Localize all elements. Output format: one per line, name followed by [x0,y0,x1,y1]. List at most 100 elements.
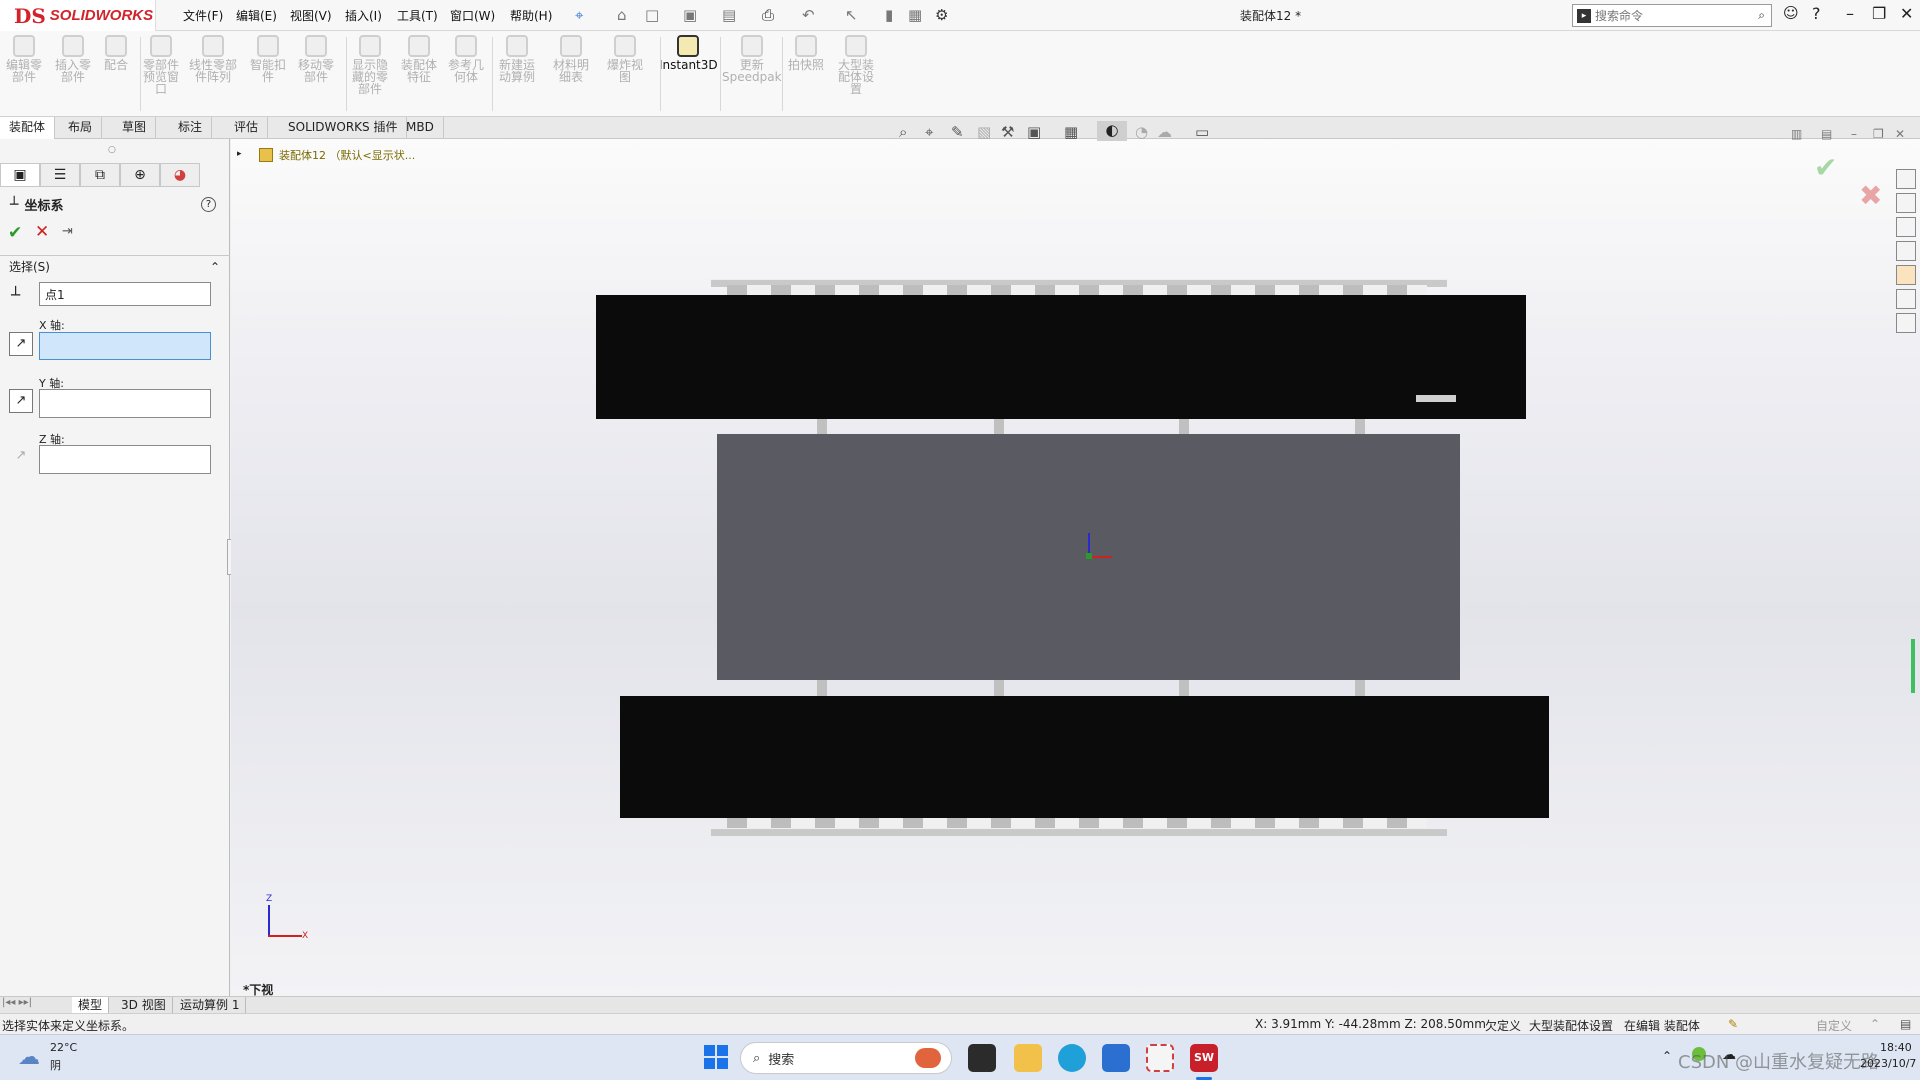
tab-motion-study[interactable]: 运动算例 1 [174,997,247,1013]
show-hidden-button[interactable]: 显示隐 藏的零 部件 [352,35,388,95]
task-view-icon[interactable] [968,1044,996,1072]
y-axis-field[interactable] [39,389,211,418]
menu-window[interactable]: 窗口(W) [450,7,495,24]
menu-edit[interactable]: 编辑(E) [236,7,277,24]
menu-view[interactable]: 视图(V) [290,7,332,24]
large-assembly-settings-button[interactable]: 大型装 配体设 置 [838,35,874,95]
tab-evaluate[interactable]: 评估 [225,117,269,139]
tab-markup[interactable]: 标注 [169,117,213,139]
feature-tree-tab-icon[interactable]: ▣ [0,163,40,187]
exploded-view-button[interactable]: 爆炸视 图 [607,35,643,83]
save-icon[interactable]: ▤ [722,6,736,24]
weather-cloud-icon[interactable]: ☁ [18,1045,40,1070]
menu-file[interactable]: 文件(F) [183,7,223,24]
hide-show-items-icon[interactable]: ◐ [1097,121,1127,141]
dimxpert-tab-icon[interactable]: ⊕ [120,163,160,187]
pin-icon[interactable]: ⌖ [575,6,583,24]
edit-appearance-icon[interactable]: ◔ [1135,123,1148,141]
edge-browser-icon[interactable] [1058,1044,1086,1072]
chevron-up-icon[interactable]: ⌃ [210,256,220,278]
x-axis-direction-icon[interactable]: ↗ [9,332,33,356]
select-icon[interactable]: ↖ [845,6,858,24]
forum-icon[interactable] [1896,313,1916,333]
weather-condition[interactable]: 阴 [50,1057,61,1073]
doc-close-icon[interactable]: ✕ [1895,127,1905,141]
file-props-icon[interactable]: ▦ [908,6,922,24]
undo-icon[interactable]: ↶ [802,6,815,24]
appearances-icon[interactable] [1896,265,1916,285]
insert-components-button[interactable]: 插入零 部件 [55,35,91,83]
help-icon[interactable]: ? [1812,4,1821,23]
splitter-handle[interactable]: ○ [108,145,116,155]
rebuild-status-icon[interactable]: ✎ [1728,1017,1738,1031]
design-library-icon[interactable] [1896,193,1916,213]
component-preview-button[interactable]: 零部件 预览窗 口 [143,35,179,95]
confirm-corner-cancel-icon[interactable]: ✖ [1859,179,1882,212]
take-snapshot-button[interactable]: 拍快照 [788,35,824,71]
cancel-button[interactable]: ✕ [35,222,49,242]
previous-view-icon[interactable]: ✎ [951,123,964,141]
snipping-tool-icon[interactable] [1146,1044,1174,1072]
reference-geometry-button[interactable]: 参考几 何体 [448,35,484,83]
restore-icon[interactable]: ❐ [1872,4,1886,23]
configuration-tab-icon[interactable]: ⧉ [80,163,120,187]
y-axis-direction-icon[interactable]: ↗ [9,389,33,413]
status-large-assembly[interactable]: 大型装配体设置 [1529,1017,1613,1034]
graphics-area[interactable]: ▸ 装配体12 （默认<显示状... ⌕ ⌖ ✎ ▧ ⚒ ▣ ▦ ◐ ◔ ☁ ▭… [231,121,1920,997]
tile-left-icon[interactable]: ▥ [1791,127,1802,141]
view-settings-icon[interactable]: ▭ [1195,123,1209,141]
windows-start-icon[interactable] [704,1045,728,1069]
home-icon[interactable]: ⌂ [617,6,627,24]
tab-addins[interactable]: SOLIDWORKS 插件 [279,117,408,139]
search-commands-box[interactable]: ▸ 搜索命令 ⌕ [1572,4,1772,27]
options-gear-icon[interactable]: ⚙ [935,6,948,24]
update-speedpak-button[interactable]: 更新 Speedpak [722,35,782,83]
menu-insert[interactable]: 插入(I) [345,7,382,24]
taskbar-search[interactable]: ⌕ 搜索 [740,1042,952,1074]
tile-right-icon[interactable]: ▤ [1821,127,1832,141]
doc-restore-icon[interactable]: ❐ [1873,127,1884,141]
minimize-icon[interactable]: – [1846,4,1854,23]
keep-visible-pin-icon[interactable]: ⇥ [62,224,73,239]
weather-temperature[interactable]: 22°C [50,1041,77,1054]
open-icon[interactable]: ▣ [683,6,697,24]
zoom-to-fit-icon[interactable]: ⌕ [899,123,907,141]
edit-component-button[interactable]: 编辑零 部件 [6,35,42,83]
view-orientation-icon[interactable]: ▣ [1027,123,1041,141]
new-icon[interactable]: □ [645,6,659,24]
tab-sketch[interactable]: 草图 [113,117,157,139]
print-icon[interactable]: ⎙ [762,6,774,24]
close-icon[interactable]: ✕ [1900,4,1913,23]
tab-mbd[interactable]: MBD [397,117,444,139]
file-explorer-app-icon[interactable] [1014,1044,1042,1072]
status-comment-icon[interactable]: ▤ [1900,1017,1911,1031]
user-icon[interactable]: ☺ [1783,4,1799,22]
new-motion-study-button[interactable]: 新建运 动算例 [499,35,535,83]
tab-3d-view[interactable]: 3D 视图 [115,997,173,1013]
instant3d-button[interactable]: Instant3D [659,35,718,71]
feature-tree-root[interactable]: 装配体12 （默认<显示状... [253,147,415,163]
view-palette-icon[interactable] [1896,241,1916,261]
tab-model[interactable]: 模型 [72,997,110,1013]
z-axis-field[interactable] [39,445,211,474]
z-axis-direction-icon[interactable]: ↗ [9,445,33,469]
tab-layout[interactable]: 布局 [59,117,103,139]
tree-expand-icon[interactable]: ▸ [237,149,242,159]
menu-help[interactable]: 帮助(H) [510,7,552,24]
solidworks-logo[interactable]: DS SOLIDWORKS [0,0,156,31]
pm-help-icon[interactable]: ? [201,197,216,212]
bill-of-materials-button[interactable]: 材料明 细表 [553,35,589,83]
search-icon[interactable]: ⌕ [1758,8,1765,23]
assembly-features-button[interactable]: 装配体 特征 [401,35,437,83]
doc-minimize-icon[interactable]: – [1851,127,1857,141]
smart-fasteners-button[interactable]: 智能扣 件 [250,35,286,83]
solidworks-app-icon[interactable]: SW [1190,1044,1218,1072]
confirm-corner-ok-icon[interactable]: ✔ [1814,151,1837,184]
ok-button[interactable]: ✔ [8,223,22,243]
status-chevron-up-icon[interactable]: ⌃ [1870,1017,1880,1031]
section-view-icon[interactable]: ▧ [977,123,991,141]
status-units[interactable]: 自定义 [1816,1017,1852,1034]
display-style-icon[interactable]: ▦ [1064,123,1078,141]
file-explorer-icon[interactable] [1896,217,1916,237]
mate-button[interactable]: 配合 [104,35,128,71]
